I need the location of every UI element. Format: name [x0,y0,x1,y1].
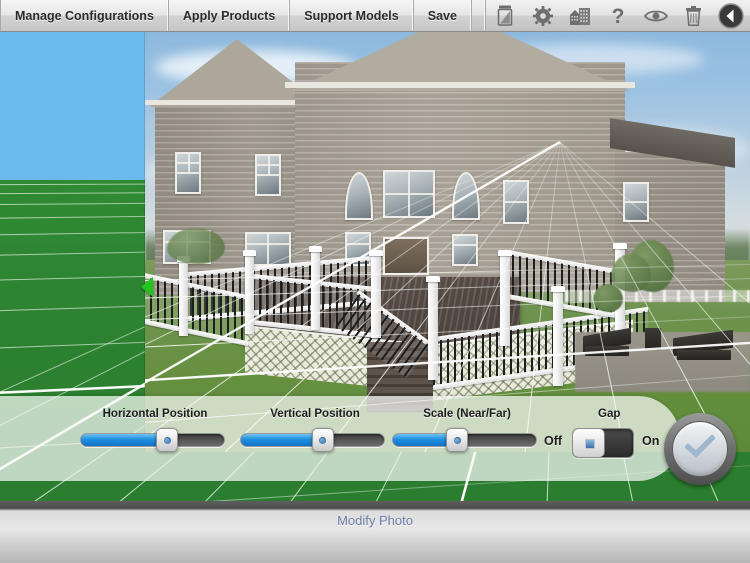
photo-swap-icon [496,5,514,26]
menu-support-models[interactable]: Support Models [290,0,414,31]
toolbar-divider [472,0,486,31]
back-button[interactable] [712,0,750,31]
menu-save[interactable]: Save [413,0,472,31]
menu-label: Manage Configurations [15,8,154,23]
top-toolbar: Manage Configurations Apply Products Sup… [0,0,750,32]
settings-button[interactable] [524,0,562,31]
menu-label: Save [427,8,457,23]
checkmark-icon [684,433,716,464]
confirm-button-face [672,421,728,477]
gap-toggle[interactable] [572,428,634,458]
vertical-position-label: Vertical Position [270,408,360,420]
gap-off-label: Off [544,434,563,448]
design-canvas[interactable]: Horizontal Position Vertical Position Sc… [0,32,750,563]
help-button[interactable]: ? [599,0,637,31]
menu-label: Apply Products [182,8,276,23]
photo-adjust-panel: Horizontal Position Vertical Position Sc… [0,396,680,481]
photo-placement-grid [145,32,750,452]
menu-apply-products[interactable]: Apply Products [168,0,291,31]
photo-swap-button[interactable] [486,0,524,31]
eye-icon [643,9,668,23]
gear-icon [532,5,553,26]
gap-label: Gap [598,408,621,420]
menu-manage-configurations[interactable]: Manage Configurations [0,0,169,31]
svg-text:?: ? [612,5,625,27]
slider-fill [81,434,167,446]
back-icon [718,2,744,29]
buildings-icon [568,6,592,25]
menu-label: Support Models [304,8,399,23]
slider-knob[interactable] [156,428,178,452]
confirm-button[interactable] [664,413,736,485]
slider-track [80,433,225,447]
vertical-position-slider[interactable] [240,428,385,452]
modify-photo-link[interactable]: Modify Photo [337,513,413,528]
application-window: Manage Configurations Apply Products Sup… [0,0,750,563]
bottom-bar: Modify Photo [0,501,750,563]
slider-knob[interactable] [311,428,334,452]
scale-label: Scale (Near/Far) [423,408,511,420]
horizontal-position-label: Horizontal Position [102,408,208,420]
horizontal-position-slider[interactable] [80,428,225,452]
gap-toggle-knob[interactable] [573,429,605,457]
gap-on-label: On [642,434,660,448]
models-button[interactable] [561,0,599,31]
delete-button[interactable] [675,0,713,31]
trash-icon [685,5,702,26]
view-button[interactable] [637,0,675,31]
photo-edge-handle[interactable] [141,277,153,297]
help-icon: ? [610,5,626,27]
slider-fill [241,434,323,446]
photo-overlay[interactable] [145,32,750,452]
slider-knob[interactable] [446,428,469,452]
scale-slider[interactable] [392,428,537,452]
